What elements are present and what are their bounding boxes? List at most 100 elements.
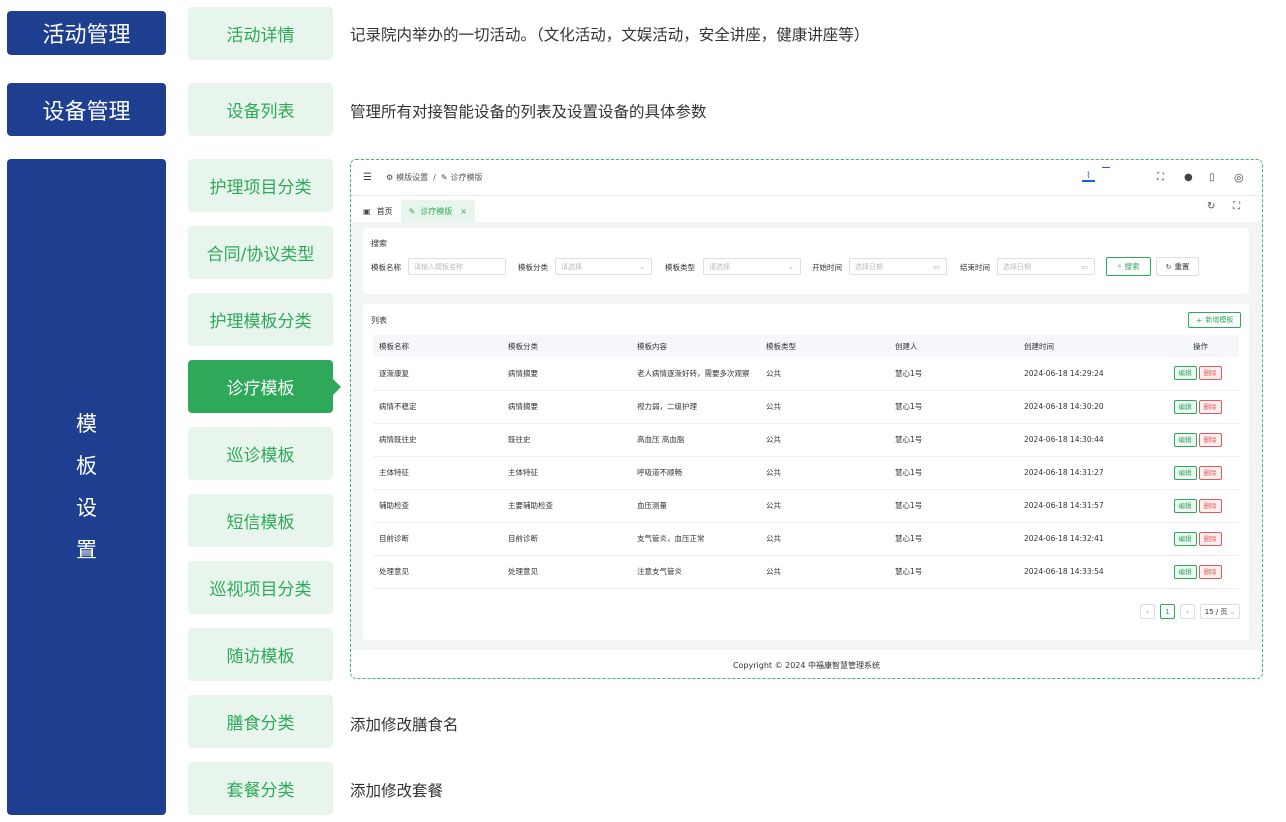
table-row: 处理意见 处理意见 注意支气管炎 公共 慧心1号 2024-06-18 14:33:54 编…	[373, 555, 1239, 589]
table-cell: 公共	[760, 456, 889, 490]
search-button[interactable]: ⌕ 搜索	[1106, 257, 1151, 276]
table-cell: 呼吸道不顺畅	[631, 456, 760, 490]
table-cell: 2024-06-18 14:30:20	[1018, 390, 1156, 424]
tab-label: 诊疗模版	[420, 206, 453, 216]
placeholder: 选择日期	[855, 262, 883, 271]
subitem-nursing-item-category[interactable]: 护理项目分类	[188, 159, 333, 212]
category-template-settings[interactable]: 模 板 设 置	[7, 159, 166, 815]
edit-button[interactable]: 编辑	[1173, 498, 1197, 513]
template-category-select[interactable]: 请选择 ⌄	[555, 258, 652, 275]
search-card: 搜索 模板名称 请输入模板名称 模板分类 请选择 ⌄ 模板类型 请选择 ⌄ 开始时间…	[363, 228, 1249, 294]
subitem-contract-type[interactable]: 合同/协议类型	[188, 226, 333, 279]
table-cell: 慧心1号	[889, 390, 1018, 424]
category-device-management[interactable]: 设备管理	[7, 83, 166, 136]
delete-button[interactable]: 删除	[1198, 432, 1222, 447]
column-header: 操作	[1156, 335, 1239, 357]
table-cell: 慧心1号	[889, 489, 1018, 523]
next-page-button[interactable]: ›	[1180, 604, 1195, 619]
reset-button[interactable]: ↻ 重置	[1156, 257, 1199, 276]
end-date-picker[interactable]: 选择日期 ▭	[997, 258, 1095, 275]
fullscreen-icon[interactable]: ⛶	[1233, 201, 1240, 212]
copyright-footer: Copyright © 2024 中福康智慧管理系统	[351, 650, 1262, 678]
delete-button[interactable]: 删除	[1198, 531, 1222, 546]
edit-button[interactable]: 编辑	[1173, 564, 1197, 579]
tab-home[interactable]: ▣ 首页	[351, 200, 401, 222]
fullscreen-icon[interactable]: ⛶	[1157, 172, 1164, 183]
menu-fold-icon[interactable]: ☰	[363, 172, 372, 183]
subitem-rounds-template[interactable]: 巡诊模板	[188, 427, 333, 480]
table-cell: 处理意见	[373, 555, 502, 589]
document-icon[interactable]: ▯	[1209, 172, 1215, 183]
subitem-sms-template[interactable]: 短信模板	[188, 494, 333, 547]
refresh-icon[interactable]: ↻	[1207, 201, 1215, 212]
table-header-row: 模板名称 模板分类 模板内容 模板类型 创建人 创建时间 操作	[373, 335, 1239, 357]
table-cell-actions: 编辑 删除	[1156, 522, 1239, 556]
category-char: 置	[76, 538, 97, 562]
table-cell: 2024-06-18 14:31:27	[1018, 456, 1156, 490]
table-cell: 慧心1号	[889, 357, 1018, 391]
delete-button[interactable]: 删除	[1198, 564, 1222, 579]
table-cell: 公共	[760, 489, 889, 523]
tab-diagnosis-template[interactable]: ✎ 诊疗模版 ×	[400, 200, 475, 222]
refresh-icon: ↻	[1165, 262, 1172, 271]
delete-button[interactable]: 删除	[1198, 366, 1222, 381]
table-cell: 处理意见	[502, 555, 631, 589]
app-tabs-bar: ▣ 首页 ✎ 诊疗模版 × ↻ ⛶	[351, 196, 1262, 222]
table-cell: 辅助检查	[373, 489, 502, 523]
table-cell: 病情摘要	[502, 390, 631, 424]
device-list-description: 管理所有对接智能设备的列表及设置设备的具体参数	[350, 103, 707, 121]
subitem-label: 套餐分类	[226, 781, 295, 801]
breadcrumb-item[interactable]: 模版设置	[396, 172, 428, 183]
subitem-nursing-template-category[interactable]: 护理模板分类	[188, 293, 333, 346]
page-size-select[interactable]: 15 / 页 ⌄	[1200, 604, 1240, 619]
start-date-picker[interactable]: 选择日期 ▭	[849, 258, 947, 275]
table-row: 病情既往史 既往史 高血压 高血脂 公共 慧心1号 2024-06-18 14:30:44…	[373, 423, 1239, 457]
table-cell: 公共	[760, 522, 889, 556]
calendar-icon: ▭	[933, 262, 940, 271]
delete-button[interactable]: 删除	[1198, 465, 1222, 480]
page-number[interactable]: 1	[1160, 604, 1175, 619]
table-cell-actions: 编辑 删除	[1156, 423, 1239, 457]
edit-button[interactable]: 编辑	[1173, 465, 1197, 480]
table-cell: 2024-06-18 14:32:41	[1018, 522, 1156, 556]
list-title: 列表	[371, 316, 387, 325]
subitem-device-list[interactable]: 设备列表	[188, 83, 333, 136]
category-label: 设备管理	[42, 99, 131, 125]
add-template-button[interactable]: + 新增模板	[1188, 312, 1241, 328]
table-cell: 血压测量	[631, 489, 760, 523]
template-name-input[interactable]: 请输入模板名称	[408, 258, 506, 275]
edit-button[interactable]: 编辑	[1173, 399, 1197, 414]
category-char: 板	[76, 454, 97, 478]
chart-icon[interactable]: ⌇	[1082, 171, 1095, 182]
table-cell: 慧心1号	[889, 522, 1018, 556]
delete-button[interactable]: 删除	[1198, 498, 1222, 513]
subitem-meal-category[interactable]: 膳食分类	[188, 695, 333, 748]
delete-button[interactable]: 删除	[1198, 399, 1222, 414]
table-row: 病情不稳定 病情摘要 视力弱，二级护理 公共 慧心1号 2024-06-18 14:30:…	[373, 390, 1239, 424]
user-avatar-icon[interactable]: ◎	[1234, 171, 1244, 184]
subitem-package-category[interactable]: 套餐分类	[188, 762, 333, 815]
github-icon[interactable]: ●	[1184, 172, 1193, 183]
chevron-down-icon: ⌄	[788, 262, 794, 271]
subitem-diagnosis-template[interactable]: 诊疗模板	[188, 360, 341, 413]
subitem-activity-details[interactable]: 活动详情	[188, 7, 333, 60]
edit-button[interactable]: 编辑	[1173, 366, 1197, 381]
prev-page-button[interactable]: ‹	[1140, 604, 1155, 619]
table-cell: 逐渐康复	[373, 357, 502, 391]
template-type-select[interactable]: 请选择 ⌄	[703, 258, 801, 275]
edit-button[interactable]: 编辑	[1173, 531, 1197, 546]
subitem-followup-template[interactable]: 随访模板	[188, 628, 333, 681]
search-icon: ⌕	[1117, 262, 1122, 270]
category-activity-management[interactable]: 活动管理	[7, 11, 166, 55]
category-label: 活动管理	[42, 23, 131, 48]
column-header: 模板内容	[631, 335, 760, 357]
table-cell: 主体特征	[502, 456, 631, 490]
table-row: 辅助检查 主要辅助检查 血压测量 公共 慧心1号 2024-06-18 14:31:57 编…	[373, 489, 1239, 523]
table-cell: 高血压 高血脂	[631, 423, 760, 457]
subitem-patrol-item-category[interactable]: 巡视项目分类	[188, 561, 333, 614]
table-cell: 老人病情逐渐好转，需要多次观察	[631, 357, 760, 391]
table-cell: 目前诊断	[373, 522, 502, 556]
subitem-label: 活动详情	[226, 26, 295, 46]
edit-button[interactable]: 编辑	[1173, 432, 1197, 447]
close-icon[interactable]: ×	[460, 207, 467, 216]
